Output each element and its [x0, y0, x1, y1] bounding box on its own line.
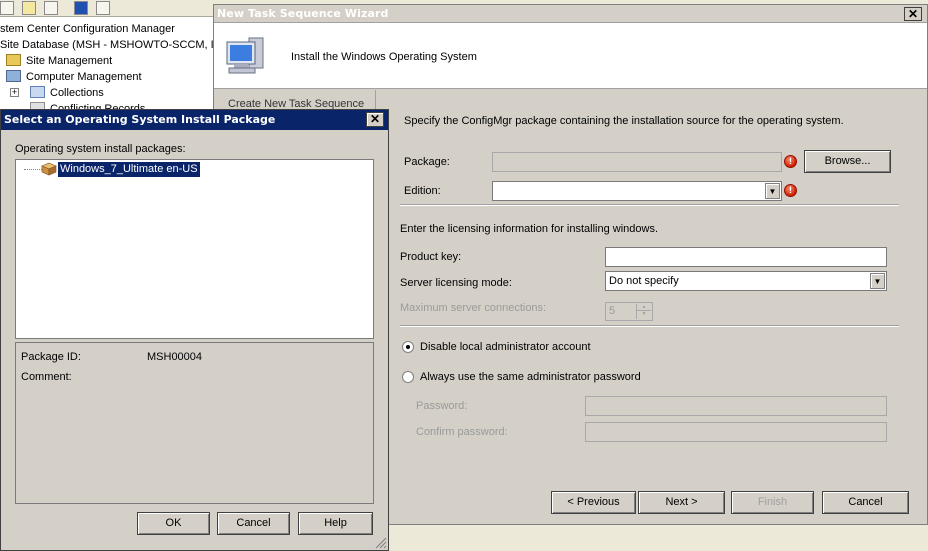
server-licensing-value: Do not specify: [609, 275, 679, 287]
dialog-title: Select an Operating System Install Packa…: [4, 113, 276, 126]
same-password-label[interactable]: Always use the same administrator passwo…: [420, 371, 641, 383]
package-list[interactable]: Windows_7_Ultimate en-US: [15, 159, 374, 339]
tree-item-computer-management[interactable]: Computer Management: [6, 69, 142, 85]
separator: [400, 204, 899, 206]
previous-button[interactable]: < Previous: [551, 491, 636, 514]
wizard-title: New Task Sequence Wizard: [217, 7, 389, 20]
back-icon[interactable]: [0, 1, 14, 15]
disable-admin-radio[interactable]: [402, 341, 414, 353]
licensing-heading: Enter the licensing information for inst…: [400, 223, 659, 235]
package-field[interactable]: [492, 152, 782, 172]
product-key-label: Product key:: [400, 251, 462, 263]
disable-admin-label[interactable]: Disable local administrator account: [420, 341, 591, 353]
chevron-down-icon[interactable]: ▼: [870, 273, 885, 289]
wizard-banner: Install the Windows Operating System: [214, 23, 927, 89]
separator: [400, 325, 899, 327]
spinner-arrows-icon[interactable]: ▲ ▼: [636, 304, 651, 319]
server-licensing-label: Server licensing mode:: [400, 277, 512, 289]
resize-grip-icon[interactable]: [373, 535, 387, 549]
wizard-close-button[interactable]: ✕: [904, 7, 922, 21]
collections-icon: [30, 86, 45, 98]
confirm-password-input[interactable]: [585, 422, 887, 442]
dialog-title-bar[interactable]: Select an Operating System Install Packa…: [1, 110, 388, 130]
password-label: Password:: [416, 400, 468, 412]
finish-button[interactable]: Finish: [731, 491, 814, 514]
help-button[interactable]: Help: [298, 512, 373, 535]
password-input[interactable]: [585, 396, 887, 416]
ok-button[interactable]: OK: [137, 512, 210, 535]
tree-item-label: Site Database (MSH - MSHOWTO-SCCM, I: [0, 39, 214, 51]
package-label: Package:: [404, 156, 450, 168]
next-button[interactable]: Next >: [638, 491, 725, 514]
folder-icon: [6, 54, 21, 66]
package-icon: [41, 162, 57, 176]
tree-item-label: Collections: [50, 87, 104, 99]
edit-icon[interactable]: [22, 1, 36, 15]
server-licensing-dropdown[interactable]: Do not specify ▼: [605, 271, 887, 291]
wizard-description: Specify the ConfigMgr package containing…: [404, 115, 844, 127]
edition-error-icon: !: [784, 184, 797, 197]
package-id-label: Package ID:: [21, 351, 81, 363]
package-list-label: Operating system install packages:: [15, 143, 186, 155]
comment-label: Comment:: [21, 371, 72, 383]
confirm-password-label: Confirm password:: [416, 426, 508, 438]
help-icon[interactable]: [74, 1, 88, 15]
package-details: Package ID: MSH00004 Comment:: [15, 342, 374, 504]
dialog-close-button[interactable]: ✕: [366, 112, 384, 127]
wizard-cancel-button[interactable]: Cancel: [822, 491, 909, 514]
max-connections-spinner[interactable]: 5 ▲ ▼: [605, 302, 653, 321]
computers-icon: [6, 70, 21, 82]
tree-item-site-database[interactable]: Site Database (MSH - MSHOWTO-SCCM, I: [0, 37, 214, 53]
wizard-page-title: Install the Windows Operating System: [291, 51, 477, 63]
tree-item-site-management[interactable]: Site Management: [6, 53, 112, 69]
package-list-item[interactable]: Windows_7_Ultimate en-US: [58, 162, 200, 177]
properties-icon[interactable]: [96, 1, 110, 15]
select-os-package-dialog: Select an Operating System Install Packa…: [0, 109, 389, 551]
dialog-cancel-button[interactable]: Cancel: [217, 512, 290, 535]
browse-button[interactable]: Browse...: [804, 150, 891, 173]
tree-item-collections[interactable]: + Collections: [10, 85, 104, 101]
max-connections-value: 5: [609, 305, 616, 317]
expand-icon[interactable]: +: [10, 88, 19, 97]
tree-item-sccm-root[interactable]: stem Center Configuration Manager: [0, 21, 175, 37]
chevron-down-icon[interactable]: ▼: [765, 183, 780, 199]
mmc-toolbar: [0, 0, 215, 17]
product-key-input[interactable]: [605, 247, 887, 267]
package-id-value: MSH00004: [147, 351, 203, 363]
wizard-title-bar[interactable]: New Task Sequence Wizard ✕: [214, 5, 927, 23]
tree-item-label: Computer Management: [26, 71, 142, 83]
edition-label: Edition:: [404, 185, 441, 197]
tree-item-label: stem Center Configuration Manager: [0, 23, 175, 35]
same-password-radio[interactable]: [402, 371, 414, 383]
max-connections-label: Maximum server connections:: [400, 302, 547, 314]
tree-item-label: Site Management: [26, 55, 113, 67]
edition-dropdown[interactable]: ▼: [492, 181, 782, 201]
computer-install-icon: [226, 37, 264, 74]
package-error-icon: !: [784, 155, 797, 168]
show-hide-tree-icon[interactable]: [44, 1, 58, 15]
